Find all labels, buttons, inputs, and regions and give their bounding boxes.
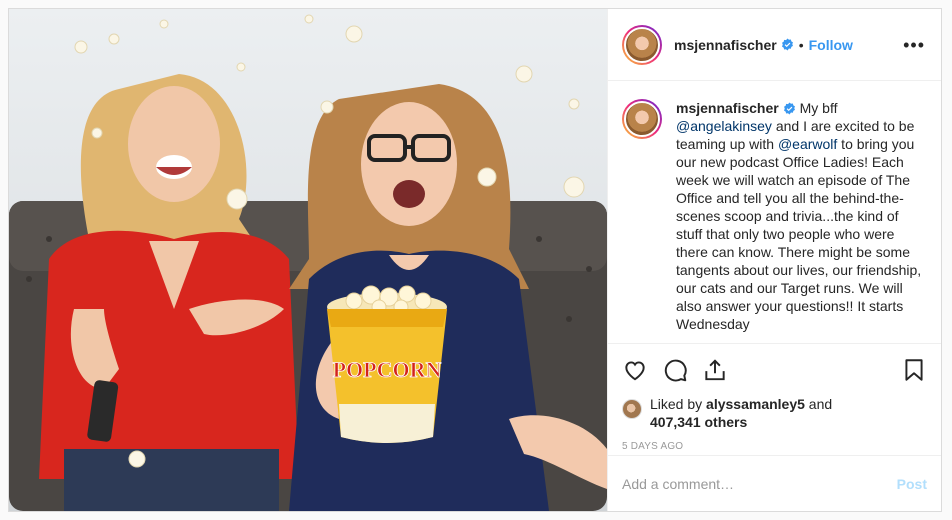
separator-dot: • (798, 36, 804, 53)
action-bar (608, 343, 941, 395)
more-options-icon[interactable]: ••• (903, 36, 925, 54)
popcorn-label: POPCORN (333, 357, 442, 382)
post-photo[interactable]: POPCORN (9, 9, 607, 511)
follow-button[interactable]: Follow (809, 37, 853, 53)
popcorn-bucket: POPCORN (327, 285, 447, 443)
verified-badge-icon (783, 102, 795, 115)
comment-form: Post (608, 455, 941, 511)
photo-illustration: POPCORN (9, 14, 607, 511)
caption-text: to bring you our new podcast Office Ladi… (676, 136, 922, 332)
likes-prefix: Liked by (650, 396, 707, 412)
comment-input[interactable] (622, 475, 897, 492)
likes-count[interactable]: 407,341 others (650, 414, 747, 430)
liker-avatar[interactable] (622, 399, 642, 419)
mention-link[interactable]: @angelakinsey (676, 118, 772, 134)
verified-badge-icon (781, 38, 793, 51)
caption-avatar[interactable] (622, 99, 662, 139)
mention-link[interactable]: @earwolf (778, 136, 837, 152)
caption-section: msjennafischer My bff @angelakinsey and … (608, 81, 941, 343)
author-username[interactable]: msjennafischer (674, 37, 777, 53)
instagram-post: POPCORN msjennafischer • Follow ••• msje… (8, 8, 942, 512)
post-header: msjennafischer • Follow ••• (608, 9, 941, 81)
share-icon[interactable] (702, 357, 728, 383)
post-caption: msjennafischer My bff @angelakinsey and … (676, 99, 927, 343)
likes-summary: Liked by alyssamanley5 and 407,341 other… (650, 395, 832, 431)
post-side-panel: msjennafischer • Follow ••• msjennafisch… (607, 9, 941, 511)
bookmark-icon[interactable] (901, 357, 927, 383)
caption-text: My bff (795, 100, 838, 116)
heart-icon[interactable] (622, 357, 648, 383)
post-comment-button[interactable]: Post (897, 476, 927, 492)
author-avatar[interactable] (622, 24, 662, 65)
left-person (39, 74, 299, 511)
likes-section: Liked by alyssamanley5 and 407,341 other… (608, 395, 941, 433)
liker-username[interactable]: alyssamanley5 (706, 396, 805, 412)
caption-username[interactable]: msjennafischer (676, 100, 779, 116)
comment-icon[interactable] (662, 357, 688, 383)
likes-and: and (804, 396, 833, 412)
